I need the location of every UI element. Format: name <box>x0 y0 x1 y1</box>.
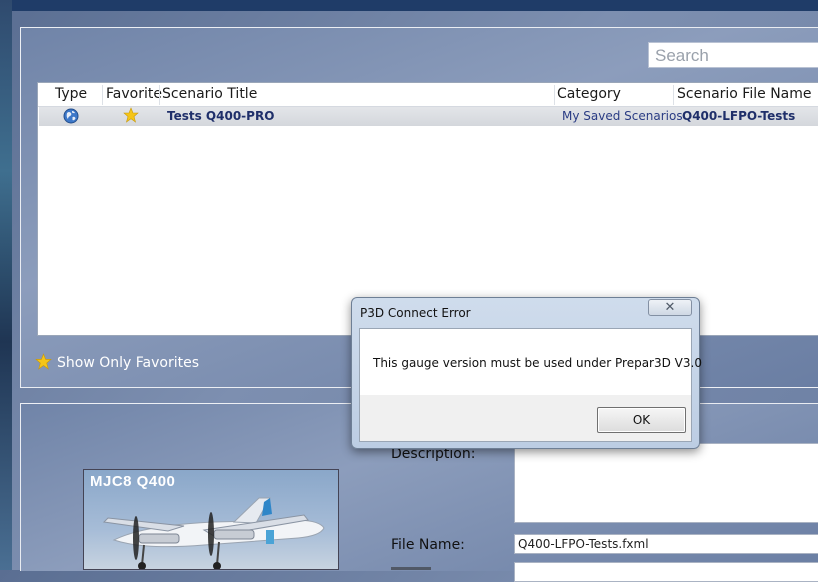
column-divider[interactable] <box>673 85 674 105</box>
dialog-message: This gauge version must be used under Pr… <box>373 356 702 370</box>
description-field[interactable] <box>514 443 818 523</box>
file-path-label-clipped <box>391 563 431 570</box>
column-header-file-name[interactable]: Scenario File Name <box>677 86 812 102</box>
file-name-field[interactable]: Q400-LFPO-Tests.fxml <box>514 534 818 554</box>
dialog-title: P3D Connect Error <box>360 306 471 320</box>
show-only-favorites-label: Show Only Favorites <box>57 355 199 371</box>
scenario-title-cell: Tests Q400-PRO <box>167 109 275 123</box>
globe-icon <box>63 108 79 124</box>
window-top-bar <box>12 0 818 11</box>
file-path-field[interactable] <box>514 562 818 582</box>
table-row[interactable]: Tests Q400-PRO My Saved Scenarios Q400-L… <box>39 107 818 126</box>
category-cell: My Saved Scenarios <box>562 109 683 123</box>
scenario-thumbnail: MJC8 Q400 <box>83 469 339 570</box>
search-input[interactable] <box>648 42 818 68</box>
dialog-body: This gauge version must be used under Pr… <box>359 328 702 442</box>
dialog-message-area: This gauge version must be used under Pr… <box>360 329 702 395</box>
table-header: Type Favorite Scenario Title Category Sc… <box>38 83 818 107</box>
desktop-background-strip <box>0 0 12 570</box>
close-icon[interactable]: ✕ <box>648 299 692 316</box>
star-icon <box>35 353 52 370</box>
ok-button[interactable]: OK <box>597 407 686 433</box>
column-header-favorite[interactable]: Favorite <box>106 86 162 102</box>
file-name-label: File Name: <box>391 537 465 553</box>
favorite-star-icon[interactable] <box>123 107 139 123</box>
column-divider[interactable] <box>554 85 555 105</box>
file-name-cell: Q400-LFPO-Tests <box>682 109 796 123</box>
column-divider[interactable] <box>159 85 160 105</box>
column-divider[interactable] <box>102 85 103 105</box>
error-dialog: P3D Connect Error ✕ This gauge version m… <box>351 297 702 449</box>
column-header-type[interactable]: Type <box>55 86 87 102</box>
column-header-category[interactable]: Category <box>557 86 621 102</box>
aircraft-image <box>102 497 325 569</box>
column-header-scenario-title[interactable]: Scenario Title <box>162 86 257 102</box>
